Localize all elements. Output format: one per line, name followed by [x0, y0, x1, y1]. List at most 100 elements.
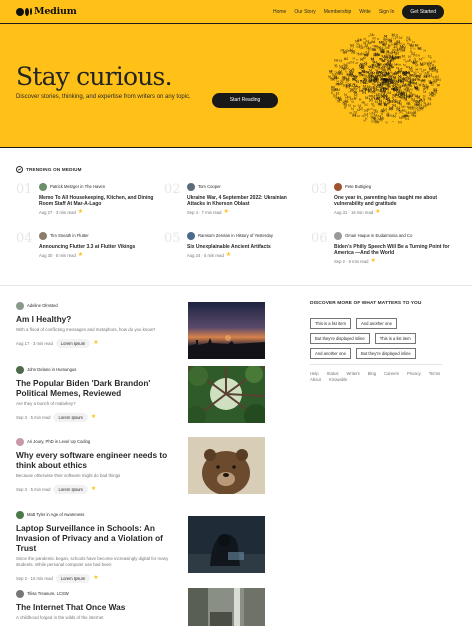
- svg-text:M: M: [380, 117, 384, 121]
- trending-number: 05: [164, 231, 181, 246]
- post-author[interactable]: Tilisa Treasure, LCSW: [27, 591, 69, 596]
- trending-author[interactable]: Tom Cooper: [198, 184, 221, 189]
- star-icon: ★: [225, 252, 232, 259]
- trending-author[interactable]: Tim Sneath in Flutter: [50, 233, 89, 238]
- post-title[interactable]: The Internet That Once Was: [16, 602, 176, 612]
- svg-text:M: M: [385, 122, 388, 125]
- avatar[interactable]: [16, 437, 24, 446]
- footer-link-privacy[interactable]: Privacy: [407, 371, 421, 376]
- post-thumbnail-landscape[interactable]: [188, 588, 265, 626]
- nav-membership[interactable]: Membership: [324, 9, 352, 15]
- avatar[interactable]: [16, 301, 24, 310]
- post-thumbnail-bear[interactable]: [188, 437, 265, 494]
- trending-title[interactable]: One year in, parenting has taught me abo…: [334, 195, 450, 207]
- avatar[interactable]: [16, 365, 24, 374]
- trending-author[interactable]: Ramsom Zerelan in History of Yesterday: [198, 233, 273, 238]
- svg-text:M: M: [433, 79, 438, 84]
- trending-item[interactable]: 01 Patrick Metzger in The Haven Memo To …: [16, 182, 156, 218]
- trending-item[interactable]: 05 Ramsom Zerelan in History of Yesterda…: [164, 231, 304, 267]
- svg-text:M: M: [399, 63, 402, 66]
- post-author[interactable]: John Delano in Humungus: [27, 367, 76, 372]
- post-tag[interactable]: Lorem Ipsum: [55, 573, 91, 583]
- post-title[interactable]: The Popular Biden 'Dark Brandon' Politic…: [16, 378, 176, 398]
- post-tag[interactable]: Lorem Ipsum: [53, 412, 88, 422]
- avatar[interactable]: [39, 182, 47, 191]
- svg-text:M: M: [406, 39, 409, 43]
- avatar[interactable]: [334, 231, 342, 240]
- get-started-button[interactable]: Get Started: [402, 5, 444, 19]
- post-tag[interactable]: Lorem Ipsum: [53, 484, 88, 494]
- svg-text:M: M: [354, 83, 358, 88]
- footer-link-knowable[interactable]: Knowable: [329, 377, 347, 382]
- avatar[interactable]: [39, 231, 47, 240]
- trending-title[interactable]: Memo To All Housekeeping, Kitchen, and D…: [39, 195, 155, 207]
- svg-text:M: M: [363, 118, 366, 122]
- trending-item[interactable]: 04 Tim Sneath in Flutter Announcing Flut…: [16, 231, 156, 267]
- topic-chip[interactable]: But they're displayed inline: [355, 348, 416, 359]
- post-title[interactable]: Am I Healthy?: [16, 314, 176, 324]
- svg-text:M: M: [386, 113, 390, 117]
- post-author[interactable]: Ari Joury, PhD in Level Up Coding: [27, 439, 90, 444]
- trending-number: 03: [311, 182, 328, 197]
- post-thumbnail-forest-canopy[interactable]: [188, 366, 265, 423]
- trending-author[interactable]: Omair Haque in Eudaimonia and Co: [345, 233, 412, 238]
- svg-text:M: M: [333, 76, 338, 81]
- trending-item[interactable]: 06 Omair Haque in Eudaimonia and Co Bide…: [311, 231, 451, 267]
- footer-link-terms[interactable]: Terms: [429, 371, 440, 376]
- avatar[interactable]: [334, 182, 342, 191]
- star-icon: ★: [223, 209, 229, 216]
- topic-chip[interactable]: This is a list item: [310, 318, 351, 329]
- post-subtitle[interactable]: A childhood forged in the wilds of the i…: [16, 615, 176, 621]
- svg-text:M: M: [388, 37, 392, 42]
- footer-link-writers[interactable]: Writers: [347, 371, 360, 376]
- post-subtitle[interactable]: With a flood of conflicting messages and…: [16, 327, 176, 333]
- footer-link-careers[interactable]: Careers: [384, 371, 399, 376]
- post-subtitle[interactable]: Since the pandemic began, schools have b…: [16, 556, 176, 568]
- trending-title[interactable]: Six Unexplainable Ancient Artifacts: [187, 244, 303, 250]
- svg-text:M: M: [378, 117, 381, 121]
- nav-our-story[interactable]: Our Story: [294, 9, 315, 15]
- post-title[interactable]: Laptop Surveillance in Schools: An Invas…: [16, 523, 176, 553]
- post-meta: Sep 3 · 5 min read: [16, 414, 51, 420]
- avatar[interactable]: [187, 182, 195, 191]
- post-subtitle[interactable]: Because otherwise their software might d…: [16, 473, 176, 479]
- topic-chip[interactable]: This is a list item: [374, 333, 416, 344]
- topic-chip[interactable]: And another one: [355, 318, 397, 329]
- nav-write[interactable]: Write: [359, 9, 371, 15]
- svg-text:M: M: [359, 65, 364, 70]
- post-tag[interactable]: Lorem Ipsum: [55, 338, 91, 348]
- post-title[interactable]: Why every software engineer needs to thi…: [16, 450, 176, 470]
- svg-text:M: M: [362, 91, 367, 96]
- letter-cloud-illustration: MMMMMMMMMMMMMMMMMMMMMMMMMMMMMMMMMMMMMMMM…: [328, 33, 441, 125]
- avatar[interactable]: [16, 589, 24, 598]
- trending-item[interactable]: 03 Pete Buttigieg One year in, parenting…: [311, 182, 451, 218]
- footer-link-about[interactable]: About: [310, 377, 321, 382]
- trending-title[interactable]: Announcing Flutter 3.3 at Flutter Viking…: [39, 244, 155, 250]
- avatar[interactable]: [16, 510, 24, 519]
- svg-text:M: M: [345, 98, 349, 103]
- start-reading-button[interactable]: Start Reading: [212, 93, 278, 108]
- topic-chip[interactable]: But they're displayed inline: [310, 333, 370, 344]
- post-author[interactable]: Adeline Olmsted: [27, 303, 58, 308]
- avatar[interactable]: [187, 231, 195, 240]
- topic-chip[interactable]: And another one: [310, 348, 351, 359]
- post-subtitle[interactable]: Are they a bunch of malarkey?: [16, 401, 176, 407]
- svg-text:M: M: [396, 40, 400, 44]
- trending-author[interactable]: Patrick Metzger in The Haven: [50, 184, 105, 189]
- post-thumbnail-city-sunset[interactable]: [188, 302, 265, 359]
- medium-logo[interactable]: Medium: [16, 6, 77, 17]
- trending-author[interactable]: Pete Buttigieg: [345, 184, 371, 189]
- footer-link-status[interactable]: Status: [327, 371, 339, 376]
- nav-home[interactable]: Home: [273, 9, 286, 15]
- svg-text:M: M: [364, 61, 368, 66]
- trending-title[interactable]: Ukraine War, 4 September 2022: Ukrainian…: [187, 195, 303, 207]
- trending-item[interactable]: 02 Tom Cooper Ukraine War, 4 September 2…: [164, 182, 304, 218]
- footer-link-help[interactable]: Help: [310, 371, 319, 376]
- svg-text:M: M: [423, 48, 426, 52]
- footer-link-blog[interactable]: Blog: [368, 371, 376, 376]
- post-author[interactable]: Matt Tyler in Age of Awareness: [27, 512, 84, 517]
- post-thumbnail-hooded-figure[interactable]: [188, 516, 265, 573]
- trending-title[interactable]: Biden's Philly Speech Will Be a Turning …: [334, 244, 450, 256]
- nav-sign-in[interactable]: Sign In: [379, 9, 395, 15]
- svg-text:M: M: [370, 115, 373, 119]
